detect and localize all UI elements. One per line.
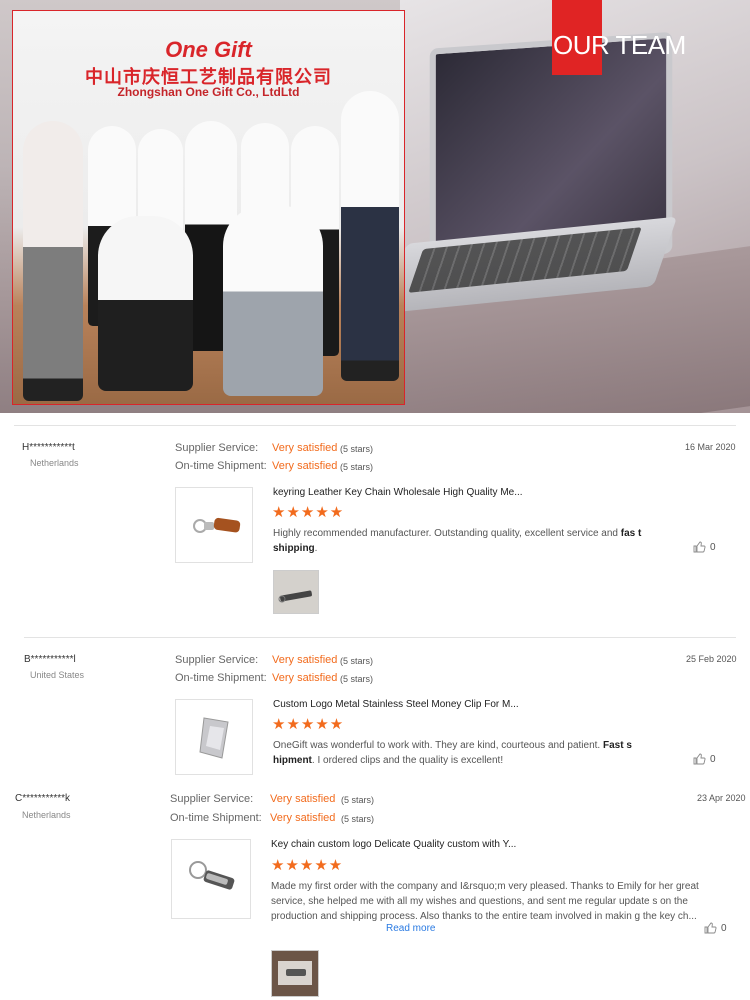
review-text: Highly recommended manufacturer. Outstan… bbox=[273, 526, 653, 556]
like-button[interactable]: 0 bbox=[693, 541, 716, 553]
reviewer-country: United States bbox=[30, 670, 85, 680]
ontime-shipment-rating: Very satisfied bbox=[270, 812, 336, 824]
leather-keychain-image bbox=[193, 517, 241, 533]
our-team-title: OUR TEAM bbox=[553, 30, 686, 60]
supplier-service-label: Supplier Service: bbox=[175, 654, 259, 666]
supplier-service-stars: (5 stars) bbox=[340, 444, 374, 454]
team-photo: One Gift 中山市庆恒工艺制品有限公司 Zhongshan One Gif… bbox=[12, 10, 405, 405]
supplier-service-stars: (5 stars) bbox=[341, 795, 375, 805]
review-divider bbox=[14, 425, 736, 426]
ontime-shipment-label: On-time Shipment: bbox=[170, 812, 262, 824]
product-thumbnail[interactable] bbox=[175, 699, 253, 775]
brand-logo: One Gift bbox=[165, 37, 252, 62]
review-text: Made my first order with the company and… bbox=[271, 879, 711, 924]
product-title[interactable]: Key chain custom logo Delicate Quality c… bbox=[271, 839, 516, 850]
company-name-en: Zhongshan One Gift Co., LtdLtd bbox=[117, 85, 300, 99]
thumbs-up-icon bbox=[693, 753, 706, 765]
hero-banner: One Gift 中山市庆恒工艺制品有限公司 Zhongshan One Gif… bbox=[0, 0, 750, 413]
supplier-service-label: Supplier Service: bbox=[170, 793, 254, 805]
like-count: 0 bbox=[710, 753, 716, 765]
review-photo[interactable] bbox=[271, 950, 319, 997]
review-photo-image bbox=[272, 951, 318, 996]
reviewer-name: B***********l bbox=[24, 654, 76, 665]
review-date: 23 Apr 2020 bbox=[697, 793, 746, 803]
supplier-service-rating: Very satisfied bbox=[272, 654, 338, 666]
review-photo[interactable] bbox=[273, 570, 319, 614]
ontime-shipment-rating: Very satisfied bbox=[272, 672, 338, 684]
money-clip-image bbox=[199, 717, 229, 759]
supplier-service-rating: Very satisfied bbox=[272, 442, 338, 454]
read-more-link[interactable]: Read more bbox=[386, 921, 435, 936]
ontime-shipment-stars: (5 stars) bbox=[341, 814, 375, 824]
reviewer-name: H***********t bbox=[22, 442, 75, 453]
team-member bbox=[23, 121, 83, 401]
review-stars: ★★★★★ bbox=[272, 503, 345, 521]
review-text-plain: Highly recommended manufacturer. Outstan… bbox=[273, 528, 621, 539]
review-photo-image bbox=[274, 571, 318, 613]
team-member bbox=[223, 206, 323, 396]
product-thumbnail[interactable] bbox=[171, 839, 251, 919]
supplier-service-rating: Very satisfied bbox=[270, 793, 336, 805]
team-member bbox=[98, 216, 193, 391]
like-button[interactable]: 0 bbox=[693, 753, 716, 765]
supplier-service-stars: (5 stars) bbox=[340, 656, 374, 666]
read-more-label: Read more bbox=[386, 923, 436, 934]
review-date: 16 Mar 2020 bbox=[685, 442, 736, 452]
ontime-shipment-stars: (5 stars) bbox=[340, 674, 374, 684]
like-count: 0 bbox=[710, 541, 716, 553]
reviewer-country: Netherlands bbox=[22, 810, 71, 820]
product-title[interactable]: Custom Logo Metal Stainless Steel Money … bbox=[273, 699, 519, 710]
review-stars: ★★★★★ bbox=[272, 715, 345, 733]
review-text-end: . I ordered clips and the quality is exc… bbox=[311, 755, 504, 766]
ontime-shipment-stars: (5 stars) bbox=[340, 462, 374, 472]
like-count: 0 bbox=[721, 922, 727, 934]
review-text-plain: OneGift was wonderful to work with. They… bbox=[273, 740, 603, 751]
metal-keychain-image bbox=[189, 861, 235, 890]
like-button[interactable]: 0 bbox=[704, 922, 727, 934]
reviewer-country: Netherlands bbox=[30, 458, 79, 468]
ontime-shipment-rating: Very satisfied bbox=[272, 460, 338, 472]
review-text-end: . bbox=[314, 543, 318, 554]
product-thumbnail[interactable] bbox=[175, 487, 253, 563]
review-text: OneGift was wonderful to work with. They… bbox=[273, 738, 648, 768]
reviewer-name: C***********k bbox=[15, 793, 71, 804]
team-member bbox=[341, 91, 399, 381]
review-divider bbox=[24, 637, 736, 638]
review-stars: ★★★★★ bbox=[271, 856, 344, 874]
supplier-service-label: Supplier Service: bbox=[175, 442, 259, 454]
thumbs-up-icon bbox=[693, 541, 706, 553]
ontime-shipment-label: On-time Shipment: bbox=[175, 672, 267, 684]
review-text-plain: Made my first order with the company and… bbox=[271, 881, 699, 922]
ontime-shipment-label: On-time Shipment: bbox=[175, 460, 267, 472]
product-title[interactable]: keyring Leather Key Chain Wholesale High… bbox=[273, 487, 523, 498]
thumbs-up-icon bbox=[704, 922, 717, 934]
review-date: 25 Feb 2020 bbox=[686, 654, 737, 664]
